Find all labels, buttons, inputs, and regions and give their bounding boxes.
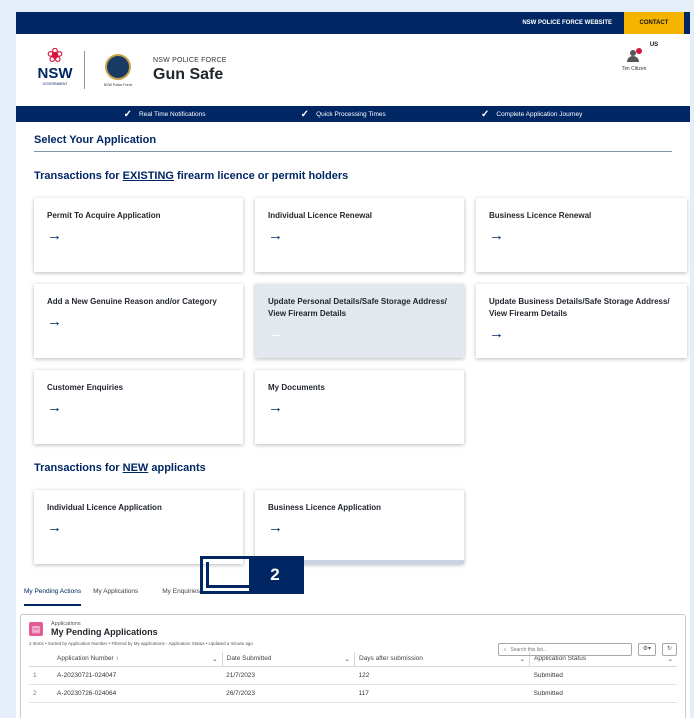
org-name: NSW POLICE FORCE [153, 56, 227, 64]
card-my-documents[interactable]: My Documents → [255, 370, 464, 444]
nsw-government-logo[interactable]: ❀ NSW GOVERNMENT [32, 46, 78, 94]
app-frame: NSW POLICE FORCE WEBSITE CONTACT US ❀ NS… [16, 12, 690, 718]
card-business-licence-application[interactable]: Business Licence Application → [255, 490, 464, 564]
new-cards-grid: Individual Licence Application → Busines… [34, 490, 672, 564]
check-icon: ✓ [480, 108, 490, 120]
feature-item: ✓ Real Time Notifications [123, 108, 206, 120]
arrow-right-icon: → [268, 399, 283, 416]
applications-icon: ▤ [29, 622, 43, 636]
user-menu[interactable]: Tim Citizen [614, 48, 654, 72]
notification-dot [636, 48, 642, 54]
table-row[interactable]: 1 A-20230721-024047 21/7/2023 122 Submit… [29, 666, 677, 685]
panel-tools: ⌕ Search this list... ⚙▾ ↻ [497, 643, 677, 656]
card-update-personal-details[interactable]: Update Personal Details/Safe Storage Add… [255, 284, 464, 358]
chevron-down-icon: ⌄ [344, 655, 350, 663]
arrow-right-icon: → [47, 399, 62, 416]
callout-bracket [206, 562, 252, 588]
arrow-right-icon: → [268, 227, 283, 244]
list-search-input[interactable]: ⌕ Search this list... [497, 643, 632, 656]
card-individual-licence-application[interactable]: Individual Licence Application → [34, 490, 243, 564]
feature-item: ✓ Complete Application Journey [480, 108, 583, 120]
utility-bar: NSW POLICE FORCE WEBSITE CONTACT US [16, 12, 690, 48]
arrow-right-icon: → [268, 519, 283, 536]
card-permit-to-acquire[interactable]: Permit To Acquire Application → [34, 198, 243, 272]
list-settings-button[interactable]: ⚙▾ [637, 643, 656, 656]
app-title: Gun Safe [153, 65, 224, 83]
feature-bar: ✓ Real Time Notifications ✓ Quick Processi… [16, 106, 690, 122]
existing-holders-heading: Transactions for EXISTING firearm licenc… [34, 170, 349, 182]
arrow-right-icon: → [268, 325, 283, 342]
card-individual-licence-renewal[interactable]: Individual Licence Renewal → [255, 198, 464, 272]
arrow-right-icon: → [47, 227, 62, 244]
feature-item: ✓ Quick Processing Times [300, 108, 386, 120]
card-add-genuine-reason[interactable]: Add a New Genuine Reason and/or Category… [34, 284, 243, 358]
card-business-licence-renewal[interactable]: Business Licence Renewal → [476, 198, 687, 272]
application-number-link[interactable]: A-20230721-024047 [53, 666, 223, 685]
tab-my-enquiries[interactable]: My Enquiries [162, 588, 200, 606]
waratah-icon: ❀ [46, 45, 64, 67]
contact-us-button[interactable]: CONTACT US [624, 12, 684, 48]
header-titles: NSW POLICE FORCE Gun Safe [153, 57, 227, 84]
refresh-icon: ↻ [666, 646, 672, 652]
logo-divider [84, 51, 85, 89]
user-name: Tim Citizen [621, 66, 647, 72]
user-icon [627, 48, 642, 62]
new-applicants-heading: Transactions for NEW applicants [34, 462, 206, 474]
arrow-right-icon: → [47, 519, 62, 536]
police-website-link[interactable]: NSW POLICE FORCE WEBSITE [510, 20, 624, 26]
tab-my-pending-actions[interactable]: My Pending Actions [24, 588, 82, 606]
main-content: Select Your Application Transactions for… [16, 122, 690, 564]
search-icon: ⌕ [503, 646, 507, 653]
existing-cards-grid: Permit To Acquire Application → Individu… [34, 198, 687, 444]
table-row[interactable]: 2 A-20230726-024064 26/7/2023 117 Submit… [29, 684, 677, 703]
applications-table: Application Number ↑ ⌄ Date Submitted ⌄ Da… [29, 652, 677, 703]
arrow-right-icon: → [47, 313, 62, 330]
arrow-right-icon: → [489, 227, 504, 244]
refresh-button[interactable]: ↻ [661, 643, 677, 656]
application-number-link[interactable]: A-20230726-024064 [53, 684, 223, 703]
tab-my-applications[interactable]: My Applications [93, 588, 138, 606]
gear-icon: ⚙▾ [642, 646, 651, 652]
panel-header: ▤ Applications My Pending Applications [29, 621, 677, 637]
panel-title: My Pending Applications [51, 627, 158, 637]
dashboard-tabs: My Pending Actions My Applications My En… [16, 576, 690, 606]
page-title: Select Your Application [34, 122, 672, 152]
callout-number: 2 [249, 559, 301, 591]
check-icon: ✓ [300, 108, 310, 120]
column-header[interactable]: Application Number ↑ ⌄ [53, 652, 223, 667]
check-icon: ✓ [123, 108, 132, 120]
police-badge-logo: NSW Police Force [95, 53, 141, 87]
row-number-header [29, 652, 53, 667]
chevron-down-icon: ⌄ [212, 655, 218, 663]
pending-applications-panel: ▤ Applications My Pending Applications 2… [20, 614, 686, 718]
arrow-right-icon: → [489, 325, 504, 342]
column-header[interactable]: Date Submitted ⌄ [221, 652, 355, 667]
step-callout: 2 [200, 556, 304, 594]
police-seal-icon [105, 53, 131, 80]
site-header: ❀ NSW GOVERNMENT NSW Police Force NSW PO… [16, 34, 690, 106]
card-update-business-details[interactable]: Update Business Details/Safe Storage Add… [476, 284, 687, 358]
card-customer-enquiries[interactable]: Customer Enquiries → [34, 370, 243, 444]
